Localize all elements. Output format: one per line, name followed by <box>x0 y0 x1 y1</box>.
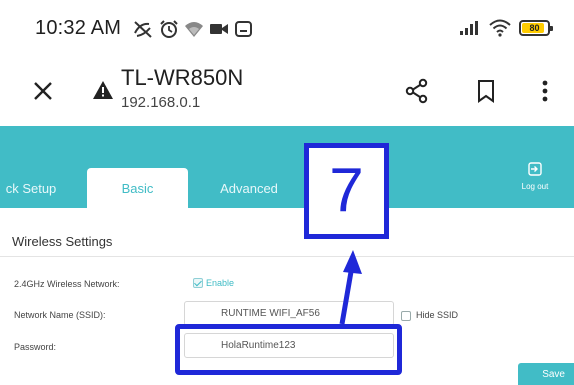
wifi-icon <box>489 19 511 37</box>
site-url: 192.168.0.1 <box>121 94 201 111</box>
more-options-icon[interactable] <box>530 76 560 106</box>
step-number: 7 <box>329 156 364 225</box>
logout-label: Log out <box>521 182 549 191</box>
status-time: 10:32 AM <box>35 17 122 39</box>
hide-ssid-checkbox[interactable] <box>401 311 411 321</box>
password-highlight-box <box>175 324 402 375</box>
share-icon[interactable] <box>402 76 432 106</box>
section-title: Wireless Settings <box>12 234 113 249</box>
tab-quick-setup[interactable]: ck Setup <box>0 168 62 208</box>
screenshot: 10:32 AM 80 TL-WR850N 192.168.0.1 ck Set… <box>0 0 574 385</box>
ssid-input[interactable]: RUNTIME WIFI_AF56 <box>184 301 394 326</box>
warning-icon[interactable] <box>92 80 114 100</box>
tab-advanced[interactable]: Advanced <box>209 168 289 208</box>
bookmark-icon[interactable] <box>471 76 501 106</box>
signal-icon <box>460 21 478 35</box>
browser-toolbar: TL-WR850N 192.168.0.1 <box>0 58 574 126</box>
logout-button[interactable]: Log out <box>515 162 555 191</box>
close-icon[interactable] <box>30 78 56 104</box>
status-right-icons: 80 <box>459 18 553 38</box>
enable-label: Enable <box>206 278 235 288</box>
site-title: TL-WR850N <box>121 65 244 90</box>
ssid-value: RUNTIME WIFI_AF56 <box>221 308 320 319</box>
ssid-label: Network Name (SSID): <box>14 310 106 320</box>
battery-icon: 80 <box>519 20 553 36</box>
step-number-box: 7 <box>304 143 389 239</box>
screenshot-icon <box>235 21 252 37</box>
enable-checkbox[interactable] <box>193 278 203 288</box>
tab-basic[interactable]: Basic <box>87 168 188 208</box>
wifi-call-icon <box>185 22 203 37</box>
alarm-icon <box>160 20 178 38</box>
save-button[interactable]: Save <box>518 363 574 385</box>
section-divider <box>0 256 574 257</box>
no-sync-icon <box>134 21 152 38</box>
network-label: 2.4GHz Wireless Network: <box>14 279 120 289</box>
logout-icon <box>528 162 542 176</box>
status-bar: 10:32 AM 80 <box>0 0 574 58</box>
video-icon <box>210 24 228 34</box>
password-label: Password: <box>14 342 57 352</box>
battery-level: 80 <box>529 23 540 33</box>
hide-ssid-label: Hide SSID <box>416 310 459 320</box>
app-header: ck Setup Basic Advanced Log out <box>0 126 574 208</box>
